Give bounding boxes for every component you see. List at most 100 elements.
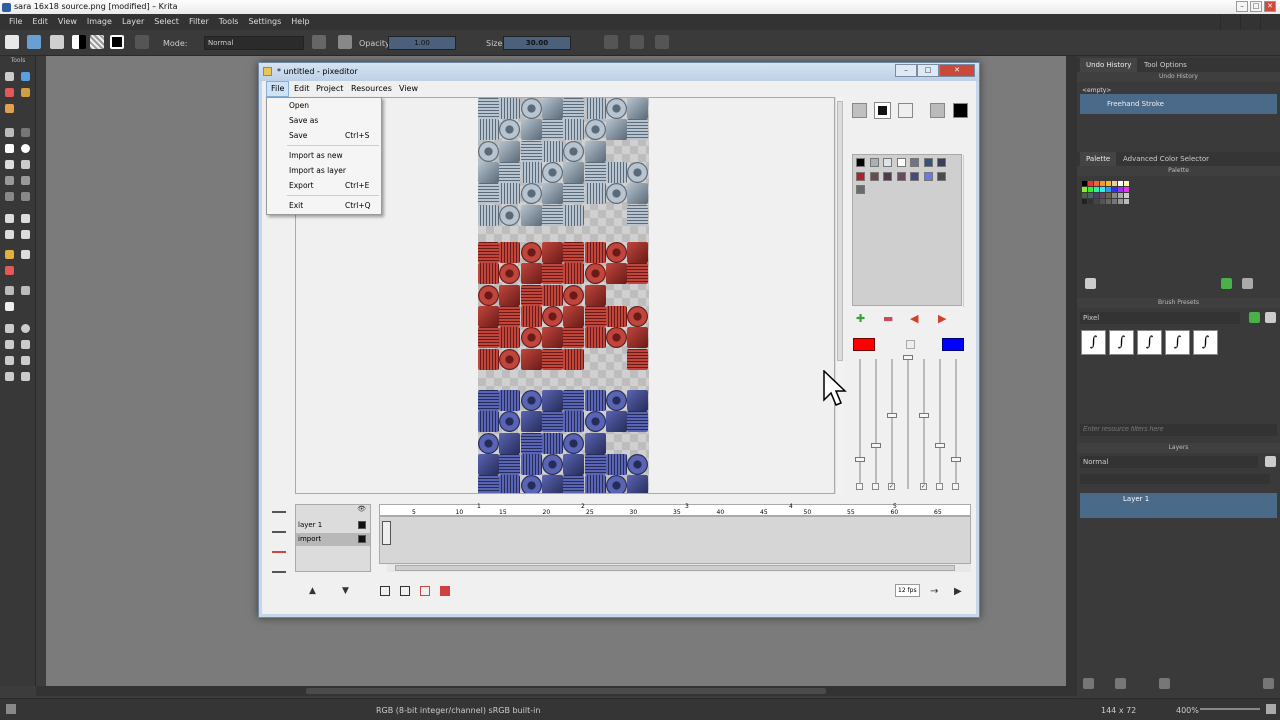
palette-swatch[interactable] <box>1106 199 1111 204</box>
layer-opacity-slider[interactable] <box>1080 474 1270 484</box>
palette-swatch[interactable] <box>1118 181 1123 186</box>
freehand-path-tool-icon[interactable] <box>21 176 30 185</box>
subwindow-restore-button[interactable] <box>1240 14 1260 30</box>
checkbox-green[interactable] <box>872 483 879 490</box>
palette-swatch[interactable] <box>1094 181 1099 186</box>
tab-undo-history[interactable]: Undo History <box>1080 58 1138 72</box>
palette-swatch[interactable] <box>1094 199 1099 204</box>
palette-swatch[interactable] <box>1124 193 1129 198</box>
pattern-icon[interactable] <box>898 103 913 118</box>
calligraphy-tool-icon[interactable] <box>21 88 30 97</box>
timeline-scrollbar[interactable] <box>387 564 971 572</box>
move-layer-up-icon[interactable] <box>1159 678 1170 689</box>
zoom-slider[interactable] <box>1200 708 1260 710</box>
palette-swatch[interactable] <box>1118 199 1123 204</box>
pen-size-2-icon[interactable] <box>874 102 891 119</box>
play-icon[interactable]: ▶ <box>954 586 964 597</box>
mirror-vertical-icon[interactable] <box>630 35 644 49</box>
palette-swatch[interactable] <box>1112 193 1117 198</box>
primary-color-swatch[interactable] <box>853 338 875 351</box>
resource-filter-input[interactable] <box>1080 424 1277 436</box>
menu-item-save-as[interactable]: Save as <box>267 114 381 128</box>
prev-color-icon[interactable]: ◀ <box>910 312 918 325</box>
add-color-icon[interactable]: ✚ <box>856 312 865 325</box>
brush-status-icon[interactable] <box>6 704 16 714</box>
palette-swatch[interactable] <box>1088 199 1093 204</box>
maximize-button[interactable]: □ <box>1250 1 1262 12</box>
close-button[interactable]: ✕ <box>1264 1 1276 12</box>
palette-swatch[interactable] <box>896 171 906 181</box>
palette-swatch[interactable] <box>869 158 879 167</box>
timeline-layer-row[interactable]: import <box>296 533 370 546</box>
fps-select[interactable]: 12 fps <box>895 584 920 597</box>
clear-frame-icon[interactable] <box>420 586 430 596</box>
opacity-slider[interactable]: 1.00 <box>388 36 456 50</box>
magnetic-select-tool-icon[interactable] <box>21 372 30 381</box>
next-color-icon[interactable]: ▶ <box>938 312 946 325</box>
palette-swatch[interactable] <box>856 158 865 167</box>
palette-swatch[interactable] <box>1118 193 1123 198</box>
layer-down-icon[interactable]: ▼ <box>342 586 352 596</box>
palette-swatch[interactable] <box>1100 199 1105 204</box>
brush-tag-select[interactable]: Pixel <box>1080 312 1240 324</box>
keyframe-cell[interactable] <box>382 521 391 545</box>
ellipse-select-tool-icon[interactable] <box>21 324 30 333</box>
multibrush-tool-icon[interactable] <box>21 192 30 201</box>
dynamic-brush-tool-icon[interactable] <box>5 192 14 201</box>
tab-advanced-color-selector[interactable]: Advanced Color Selector <box>1117 152 1215 166</box>
layer-visibility-toggle[interactable] <box>358 535 366 543</box>
view-mode-icon[interactable] <box>1265 312 1276 323</box>
palette-swatch[interactable] <box>937 171 946 181</box>
palette-swatch[interactable] <box>1112 181 1117 186</box>
measure-tool-icon[interactable] <box>5 286 14 295</box>
timeline-tool-icon[interactable] <box>272 504 286 513</box>
palette-swatch[interactable] <box>883 158 892 167</box>
polyline-tool-icon[interactable] <box>21 160 30 169</box>
onion-skin-icon[interactable] <box>272 524 286 533</box>
palette-swatch[interactable] <box>910 158 919 167</box>
select-shapes-tool-icon[interactable] <box>5 72 14 81</box>
red-slider[interactable] <box>855 457 865 462</box>
checkbox-red[interactable] <box>856 483 863 490</box>
tab-tool-options[interactable]: Tool Options <box>1138 58 1193 72</box>
palette-swatch[interactable] <box>910 171 919 181</box>
edit-shapes-tool-icon[interactable] <box>5 88 14 97</box>
value-slider[interactable] <box>951 457 961 462</box>
palette-swatch[interactable] <box>1082 181 1087 186</box>
secondary-color-swatch[interactable] <box>942 338 964 351</box>
px-menu-edit[interactable]: Edit <box>290 81 314 97</box>
menu-item-import-as-new[interactable]: Import as new <box>267 149 381 163</box>
hue-slider[interactable] <box>919 413 929 418</box>
menu-edit[interactable]: Edit <box>27 14 53 30</box>
pixeditor-close-button[interactable]: ✕ <box>939 64 975 77</box>
palette-swatch[interactable] <box>1106 187 1111 192</box>
subwindow-close-button[interactable] <box>1260 14 1280 30</box>
undo-empty-entry[interactable]: <empty> <box>1082 87 1111 94</box>
gradient-tool-icon[interactable] <box>5 266 14 275</box>
pen-size-4-icon[interactable] <box>953 103 968 118</box>
palette-swatch[interactable] <box>1100 181 1105 186</box>
layer-up-icon[interactable]: ▲ <box>309 586 319 596</box>
px-menu-resources[interactable]: Resources <box>347 81 396 97</box>
canvas-horizontal-scrollbar[interactable] <box>36 686 1077 696</box>
menu-item-save[interactable]: Save Ctrl+S <box>267 129 381 143</box>
px-menu-view[interactable]: View <box>395 81 422 97</box>
palette-swatch[interactable] <box>856 171 865 181</box>
layer-visibility-toggle[interactable] <box>358 521 366 529</box>
fullscreen-icon[interactable] <box>1266 704 1276 714</box>
green-slider[interactable] <box>871 443 881 448</box>
palette-swatch[interactable] <box>869 171 879 181</box>
pen-size-1-icon[interactable] <box>852 103 867 118</box>
rectangle-tool-icon[interactable] <box>5 144 14 153</box>
freehand-brush-tool-icon[interactable] <box>5 128 14 137</box>
workspace-icon[interactable] <box>655 35 669 49</box>
palette-swatch[interactable] <box>1112 187 1117 192</box>
saturation-slider[interactable] <box>935 443 945 448</box>
palette-swatch[interactable] <box>1082 193 1087 198</box>
tileset-image[interactable] <box>478 98 649 493</box>
bezier-tool-icon[interactable] <box>5 176 14 185</box>
open-document-icon[interactable] <box>27 35 41 49</box>
palette-swatch[interactable] <box>1088 181 1093 186</box>
blend-mode-select[interactable]: Normal <box>204 36 304 50</box>
bezier-select-tool-icon[interactable] <box>5 372 14 381</box>
